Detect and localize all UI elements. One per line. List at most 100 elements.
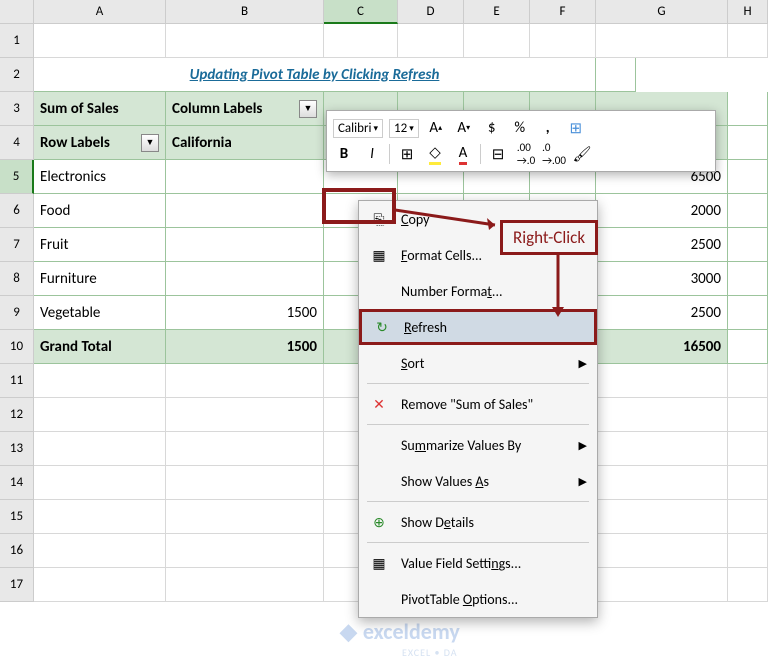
row-header-13[interactable]: 13 [0,432,34,466]
cell[interactable] [596,398,728,432]
comma-icon[interactable]: , [537,117,559,139]
decrease-decimal-icon[interactable]: .00→.0 [515,143,537,165]
cell[interactable] [596,432,728,466]
cell[interactable] [530,24,596,58]
font-size-dropdown[interactable]: 12 ▾ [389,119,419,138]
sum-of-sales-label[interactable]: Sum of Sales [34,92,166,126]
row-header-3[interactable]: 3 [0,92,34,126]
row-fruit[interactable]: Fruit [34,228,166,262]
merge-icon[interactable]: ⊟ [487,143,509,165]
cell[interactable] [166,194,324,228]
cell[interactable]: 2500 [596,228,728,262]
bold-button[interactable]: B [333,143,355,165]
row-header-12[interactable]: 12 [0,398,34,432]
font-name-dropdown[interactable]: Calibri ▾ [333,119,383,138]
cell[interactable] [728,160,768,194]
ctx-summarize[interactable]: Summarize Values By▶ [359,427,597,463]
grand-total-b[interactable]: 1500 [166,330,324,364]
col-header-H[interactable]: H [728,0,768,24]
row-labels-cell[interactable]: Row Labels▼ [34,126,166,160]
row-header-9[interactable]: 9 [0,296,34,330]
row-header-7[interactable]: 7 [0,228,34,262]
cell[interactable] [34,24,166,58]
col-california[interactable]: California [166,126,324,160]
row-labels-dropdown[interactable]: ▼ [141,134,159,152]
increase-decimal-icon[interactable]: .0→.00 [543,143,565,165]
cell[interactable] [728,296,768,330]
cell[interactable]: 3000 [596,262,728,296]
row-header-16[interactable]: 16 [0,534,34,568]
col-header-E[interactable]: E [464,0,530,24]
cell[interactable] [464,24,530,58]
cell[interactable] [728,24,768,58]
cell[interactable] [728,330,768,364]
cell[interactable] [166,398,324,432]
row-header-2[interactable]: 2 [0,58,34,92]
cell[interactable] [166,262,324,296]
row-header-10[interactable]: 10 [0,330,34,364]
row-header-15[interactable]: 15 [0,500,34,534]
ctx-pivottable-options[interactable]: PivotTable Options... [359,581,597,617]
col-header-C[interactable]: C [324,0,398,24]
cell[interactable] [728,398,768,432]
cell[interactable] [166,500,324,534]
cell[interactable] [166,568,324,602]
font-color-icon[interactable]: A [452,143,474,165]
col-header-F[interactable]: F [530,0,596,24]
cell[interactable] [34,534,166,568]
row-header-5[interactable]: 5 [0,160,34,194]
cell[interactable] [728,262,768,296]
cell[interactable] [166,466,324,500]
ctx-sort[interactable]: Sort▶ [359,345,597,381]
cell[interactable] [34,568,166,602]
cell[interactable] [166,160,324,194]
cell[interactable] [728,432,768,466]
borders-icon[interactable]: ⊞ [396,143,418,165]
column-labels-cell[interactable]: Column Labels▼ [166,92,324,126]
cell[interactable]: 1500 [166,296,324,330]
cell[interactable] [596,500,728,534]
increase-font-icon[interactable]: A▴ [425,117,447,139]
ctx-remove[interactable]: ✕Remove "Sum of Sales" [359,386,597,422]
row-food[interactable]: Food [34,194,166,228]
row-furniture[interactable]: Furniture [34,262,166,296]
cell[interactable] [324,24,398,58]
col-header-B[interactable]: B [166,0,324,24]
cell[interactable] [596,364,728,398]
row-header-1[interactable]: 1 [0,24,34,58]
cell[interactable] [166,364,324,398]
cell[interactable] [596,534,728,568]
cell[interactable] [728,568,768,602]
col-header-D[interactable]: D [398,0,464,24]
cell[interactable] [166,24,324,58]
cell[interactable]: 2000 [596,194,728,228]
cell[interactable] [166,432,324,466]
fill-color-icon[interactable]: ◇ [424,143,446,165]
row-header-11[interactable]: 11 [0,364,34,398]
cell[interactable]: 2500 [596,296,728,330]
format-icon[interactable]: ⊞ [565,117,587,139]
grand-total-label[interactable]: Grand Total [34,330,166,364]
cell[interactable] [34,398,166,432]
ctx-show-values-as[interactable]: Show Values As▶ [359,463,597,499]
cell[interactable] [34,500,166,534]
cell[interactable] [728,126,768,160]
percent-icon[interactable]: % [509,117,531,139]
cell[interactable] [166,534,324,568]
col-header-A[interactable]: A [34,0,166,24]
cell[interactable] [34,466,166,500]
ctx-number-format[interactable]: Number Format... [359,273,597,309]
row-header-6[interactable]: 6 [0,194,34,228]
row-electronics[interactable]: Electronics [34,160,166,194]
ctx-show-details[interactable]: ⊕Show Details [359,504,597,540]
cell[interactable] [166,228,324,262]
cell[interactable] [34,432,166,466]
column-labels-dropdown[interactable]: ▼ [299,100,317,118]
cell[interactable] [34,364,166,398]
cell[interactable] [398,24,464,58]
cell[interactable] [728,500,768,534]
col-header-G[interactable]: G [596,0,728,24]
cell[interactable] [596,568,728,602]
cell[interactable] [728,466,768,500]
ctx-value-field-settings[interactable]: ▦Value Field Settings... [359,545,597,581]
